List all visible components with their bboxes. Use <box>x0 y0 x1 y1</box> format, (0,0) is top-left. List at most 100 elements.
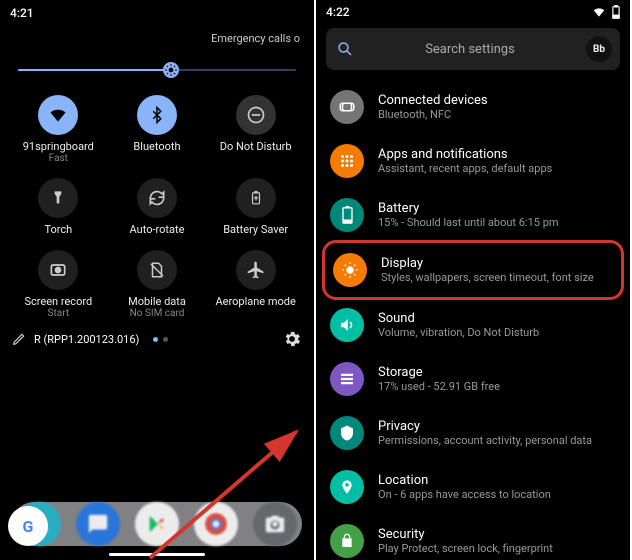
tile-label: Aeroplane mode <box>215 296 295 308</box>
qs-tile-wifi[interactable]: 91springboard Fast <box>12 89 105 166</box>
setting-texts: Sound Volume, vibration, Do Not Disturb <box>378 311 539 339</box>
setting-item-sound[interactable]: Sound Volume, vibration, Do Not Disturb <box>316 298 630 352</box>
setting-item-display[interactable]: Display Styles, wallpapers, screen timeo… <box>322 240 624 300</box>
setting-desc: Bluetooth, NFC <box>378 108 488 121</box>
search-placeholder: Search settings <box>354 42 586 57</box>
page-indicator <box>153 337 168 342</box>
annotation-arrow <box>150 428 310 560</box>
setting-title: Location <box>378 473 551 488</box>
setting-title: Security <box>378 527 553 542</box>
grid-icon <box>330 144 364 178</box>
status-time: 4:22 <box>326 5 350 19</box>
setting-desc: Styles, wallpapers, screen timeout, font… <box>381 271 594 284</box>
setting-texts: Storage 17% used - 52.91 GB free <box>378 365 500 393</box>
avatar[interactable]: Bb <box>586 36 612 62</box>
setting-desc: Play Protect, screen lock, fingerprint <box>378 542 553 555</box>
tile-label: Battery Saver <box>223 224 288 236</box>
status-bar-left: 4:21 <box>0 0 314 26</box>
setting-desc: Permissions, account activity, personal … <box>378 434 592 447</box>
setting-desc: On - 6 apps have access to location <box>378 488 551 501</box>
setting-item-storage[interactable]: Storage 17% used - 52.91 GB free <box>316 352 630 406</box>
battery-status-icon <box>612 5 620 19</box>
qs-tile-airplane[interactable]: Aeroplane mode <box>209 244 302 321</box>
location-icon <box>330 470 364 504</box>
setting-texts: Security Play Protect, screen lock, fing… <box>378 527 553 555</box>
brightness-fill <box>18 69 171 71</box>
setting-title: Storage <box>378 365 500 380</box>
battery-icon <box>330 198 364 232</box>
privacy-icon <box>330 416 364 450</box>
record-icon <box>38 250 78 290</box>
torch-icon <box>38 178 78 218</box>
tile-sublabel: Start <box>48 308 70 319</box>
dock-messages-icon[interactable] <box>76 502 120 546</box>
page-dot <box>153 337 158 342</box>
setting-desc: 15% - Should last until about 6:15 pm <box>378 216 559 229</box>
setting-title: Display <box>381 256 594 271</box>
qs-tile-record[interactable]: Screen record Start <box>12 244 105 321</box>
qs-tile-torch[interactable]: Torch <box>12 172 105 238</box>
display-icon <box>333 253 367 287</box>
qs-tile-bluetooth[interactable]: Bluetooth <box>111 89 204 166</box>
footer-row: R (RPP1.200123.016) <box>0 321 314 355</box>
tile-label: Mobile data <box>128 296 186 308</box>
qs-tile-nosim[interactable]: Mobile data No SIM card <box>111 244 204 321</box>
sound-icon <box>330 308 364 342</box>
setting-title: Sound <box>378 311 539 326</box>
nosim-icon <box>137 250 177 290</box>
search-settings[interactable]: Search settings Bb <box>326 28 620 70</box>
airplane-icon <box>236 250 276 290</box>
setting-item-privacy[interactable]: Privacy Permissions, account activity, p… <box>316 406 630 460</box>
tile-label: Bluetooth <box>133 141 180 153</box>
setting-title: Privacy <box>378 419 592 434</box>
quicksettings-panel: 4:21 Emergency calls o 91springboard Fas… <box>0 0 314 560</box>
tile-sublabel: No SIM card <box>130 308 185 319</box>
setting-item-grid[interactable]: Apps and notifications Assistant, recent… <box>316 134 630 188</box>
setting-texts: Apps and notifications Assistant, recent… <box>378 147 552 175</box>
emergency-calls-label: Emergency calls o <box>0 26 314 51</box>
security-icon <box>330 524 364 558</box>
setting-title: Battery <box>378 201 559 216</box>
setting-texts: Battery 15% - Should last until about 6:… <box>378 201 559 229</box>
setting-item-link[interactable]: Connected devices Bluetooth, NFC <box>316 80 630 134</box>
settings-panel: 4:22 Search settings Bb Connected device… <box>316 0 630 560</box>
setting-item-security[interactable]: Security Play Protect, screen lock, fing… <box>316 514 630 560</box>
setting-texts: Location On - 6 apps have access to loca… <box>378 473 551 501</box>
settings-list: Connected devices Bluetooth, NFC Apps an… <box>316 80 630 560</box>
batterysaver-icon <box>236 178 276 218</box>
setting-desc: Volume, vibration, Do Not Disturb <box>378 326 539 339</box>
brightness-track <box>18 69 296 71</box>
qs-tile-batterysaver[interactable]: Battery Saver <box>209 172 302 238</box>
setting-title: Apps and notifications <box>378 147 552 162</box>
qs-tile-dnd[interactable]: Do Not Disturb <box>209 89 302 166</box>
setting-texts: Display Styles, wallpapers, screen timeo… <box>381 256 594 284</box>
bluetooth-icon <box>137 95 177 135</box>
tile-label: Screen record <box>24 296 92 308</box>
setting-desc: 17% used - 52.91 GB free <box>378 380 500 393</box>
page-dot <box>163 337 168 342</box>
tile-label: Do Not Disturb <box>220 141 292 153</box>
setting-desc: Assistant, recent apps, default apps <box>378 162 552 175</box>
google-g-icon[interactable]: G <box>8 506 48 546</box>
tile-label: Torch <box>44 224 72 236</box>
search-icon <box>336 40 354 58</box>
wifi-status-icon <box>592 5 606 19</box>
status-time: 4:21 <box>10 6 34 20</box>
tile-sublabel: Fast <box>49 153 68 164</box>
setting-item-location[interactable]: Location On - 6 apps have access to loca… <box>316 460 630 514</box>
rotate-icon <box>137 178 177 218</box>
edit-icon[interactable] <box>12 332 26 346</box>
wifi-icon <box>38 95 78 135</box>
status-bar-right: 4:22 <box>316 0 630 24</box>
storage-icon <box>330 362 364 396</box>
dnd-icon <box>236 95 276 135</box>
link-icon <box>330 90 364 124</box>
qs-tile-rotate[interactable]: Auto-rotate <box>111 172 204 238</box>
setting-title: Connected devices <box>378 93 488 108</box>
brightness-thumb-icon[interactable] <box>163 62 179 78</box>
setting-item-battery[interactable]: Battery 15% - Should last until about 6:… <box>316 188 630 242</box>
brightness-slider[interactable] <box>0 51 314 83</box>
gear-icon[interactable] <box>282 329 302 349</box>
tile-label: Auto-rotate <box>130 224 185 236</box>
setting-texts: Connected devices Bluetooth, NFC <box>378 93 488 121</box>
